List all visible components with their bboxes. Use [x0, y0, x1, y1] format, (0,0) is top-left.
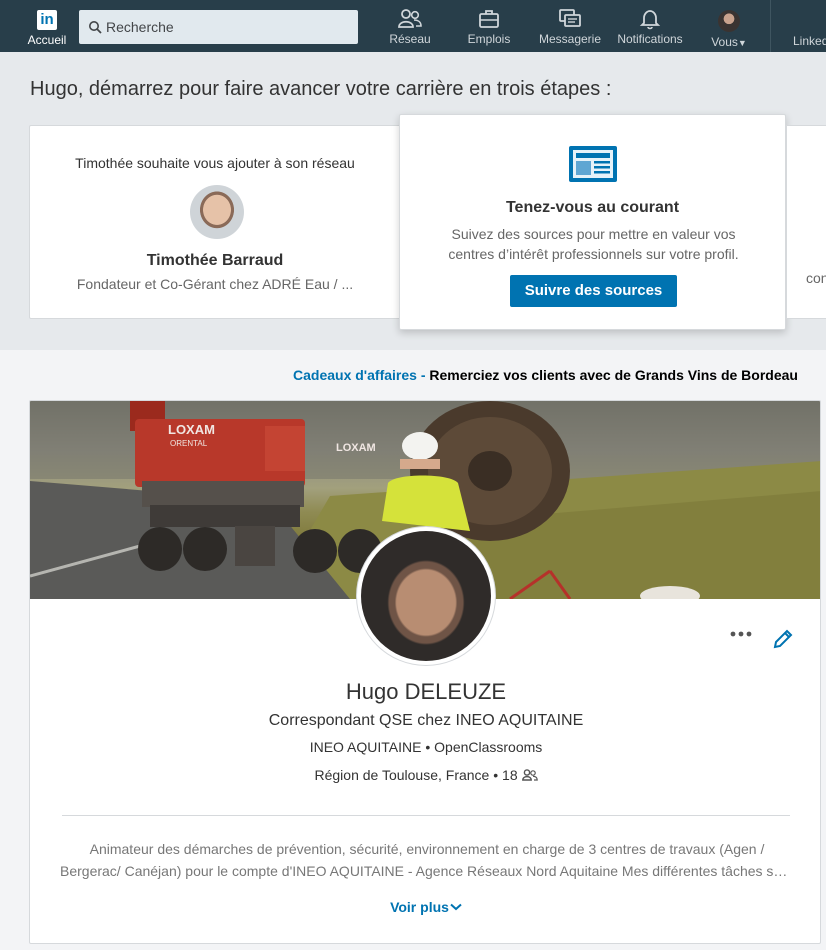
summary-line: Animateur des démarches de prévention, s… [89, 841, 765, 857]
banner-sub-text: ORENTAL [170, 439, 208, 448]
nav-item-label: Vous [711, 35, 738, 49]
invitation-intro: Timothée souhaite vous ajouter à son rés… [75, 155, 355, 171]
nav-item-messagerie[interactable]: Messagerie [538, 8, 602, 46]
ad-separator: - [416, 367, 430, 383]
nav-item-notifications[interactable]: Notifications [614, 8, 686, 46]
onboarding-title: Hugo, démarrez pour faire avancer votre … [30, 78, 612, 100]
next-step-card[interactable]: con [786, 125, 826, 319]
newspaper-icon [569, 146, 617, 182]
profile-affiliations: INEO AQUITAINE • OpenClassrooms [30, 739, 820, 755]
ad-link[interactable]: Cadeaux d'affaires [293, 367, 417, 383]
chevron-down-icon: ▼ [737, 38, 747, 48]
search-input[interactable]: Recherche [79, 10, 358, 44]
profile-location: Région de Toulouse, France [314, 767, 490, 783]
banner-brand-text-2: LOXAM [336, 442, 376, 454]
profile-location-line: Région de Toulouse, France • 18 [30, 767, 820, 783]
separator-dot: • [425, 739, 431, 755]
summary-line: Bergerac/ Canéjan) pour le compte d'INEO… [60, 863, 794, 879]
profile-name: Hugo DELEUZE [345, 679, 507, 704]
avatar[interactable] [190, 185, 244, 239]
nav-item-label: Notifications [617, 32, 683, 46]
avatar [361, 531, 491, 661]
profile-company[interactable]: INEO AQUITAINE [310, 739, 422, 755]
separator-dot: • [493, 767, 499, 783]
follow-sources-card: Tenez-vous au courant Suivez des sources… [399, 114, 786, 330]
avatar [718, 10, 740, 32]
banner-brand-text: LOXAM [168, 422, 215, 437]
nav-divider [770, 0, 771, 52]
more-options-icon[interactable] [730, 630, 752, 638]
profile-headline: Correspondant QSE chez INEO AQUITAINE [268, 712, 584, 729]
nav-item-label: Emplois [467, 32, 511, 46]
top-nav: in Accueil Recherche Réseau Emplois Mess… [0, 0, 826, 52]
profile-school[interactable]: OpenClassrooms [434, 739, 542, 755]
network-icon [398, 9, 422, 28]
connections-count[interactable]: 18 [502, 767, 518, 783]
nav-item-vous[interactable]: Vous▼ [706, 8, 752, 49]
search-icon [89, 21, 102, 34]
nav-item-emplois[interactable]: Emplois [464, 8, 514, 46]
profile-photo[interactable] [357, 527, 495, 665]
nav-item-label: Linked [793, 34, 826, 48]
invitation-subtitle: Fondateur et Co-Gérant chez ADRÉ Eau / .… [76, 276, 354, 292]
nav-item-linkedin-overflow[interactable]: Linked [793, 34, 826, 48]
divider [62, 815, 790, 816]
linkedin-logo-icon: in [37, 10, 57, 30]
bell-icon [639, 10, 661, 30]
search-placeholder: Recherche [106, 19, 174, 35]
follow-sources-title: Tenez-vous au courant [505, 199, 680, 216]
see-more-link[interactable]: Voir plus [30, 899, 820, 915]
nav-home[interactable]: in Accueil [26, 10, 68, 47]
ad-text[interactable]: Remerciez vos clients avec de Grands Vin… [429, 367, 798, 383]
chevron-down-icon [450, 903, 462, 911]
nav-item-label: Réseau [389, 32, 431, 46]
follow-sources-button[interactable]: Suivre des sources [510, 275, 677, 307]
nav-home-label: Accueil [27, 33, 67, 47]
connections-icon[interactable] [521, 769, 538, 781]
profile-card: LOXAM ORENTAL LOXAM Hugo DELEUZE Corresp… [29, 400, 821, 944]
see-more-label: Voir plus [390, 899, 449, 915]
messaging-icon [559, 9, 581, 27]
briefcase-icon [479, 10, 499, 28]
edit-pencil-icon[interactable] [772, 628, 794, 650]
invitation-card[interactable]: Timothée souhaite vous ajouter à son rés… [29, 125, 401, 319]
follow-sources-description: Suivez des sources pour mettre en valeur… [448, 226, 739, 262]
nav-item-reseau[interactable]: Réseau [389, 8, 431, 46]
nav-item-label: Messagerie [538, 32, 602, 46]
next-step-text: con [806, 270, 826, 286]
invitation-name[interactable]: Timothée Barraud [30, 252, 400, 270]
onboarding-section: Hugo, démarrez pour faire avancer votre … [0, 52, 826, 350]
profile-summary: Animateur des démarches de prévention, s… [60, 838, 794, 882]
sponsored-ad[interactable]: Cadeaux d'affaires - Remerciez vos clien… [293, 367, 798, 383]
